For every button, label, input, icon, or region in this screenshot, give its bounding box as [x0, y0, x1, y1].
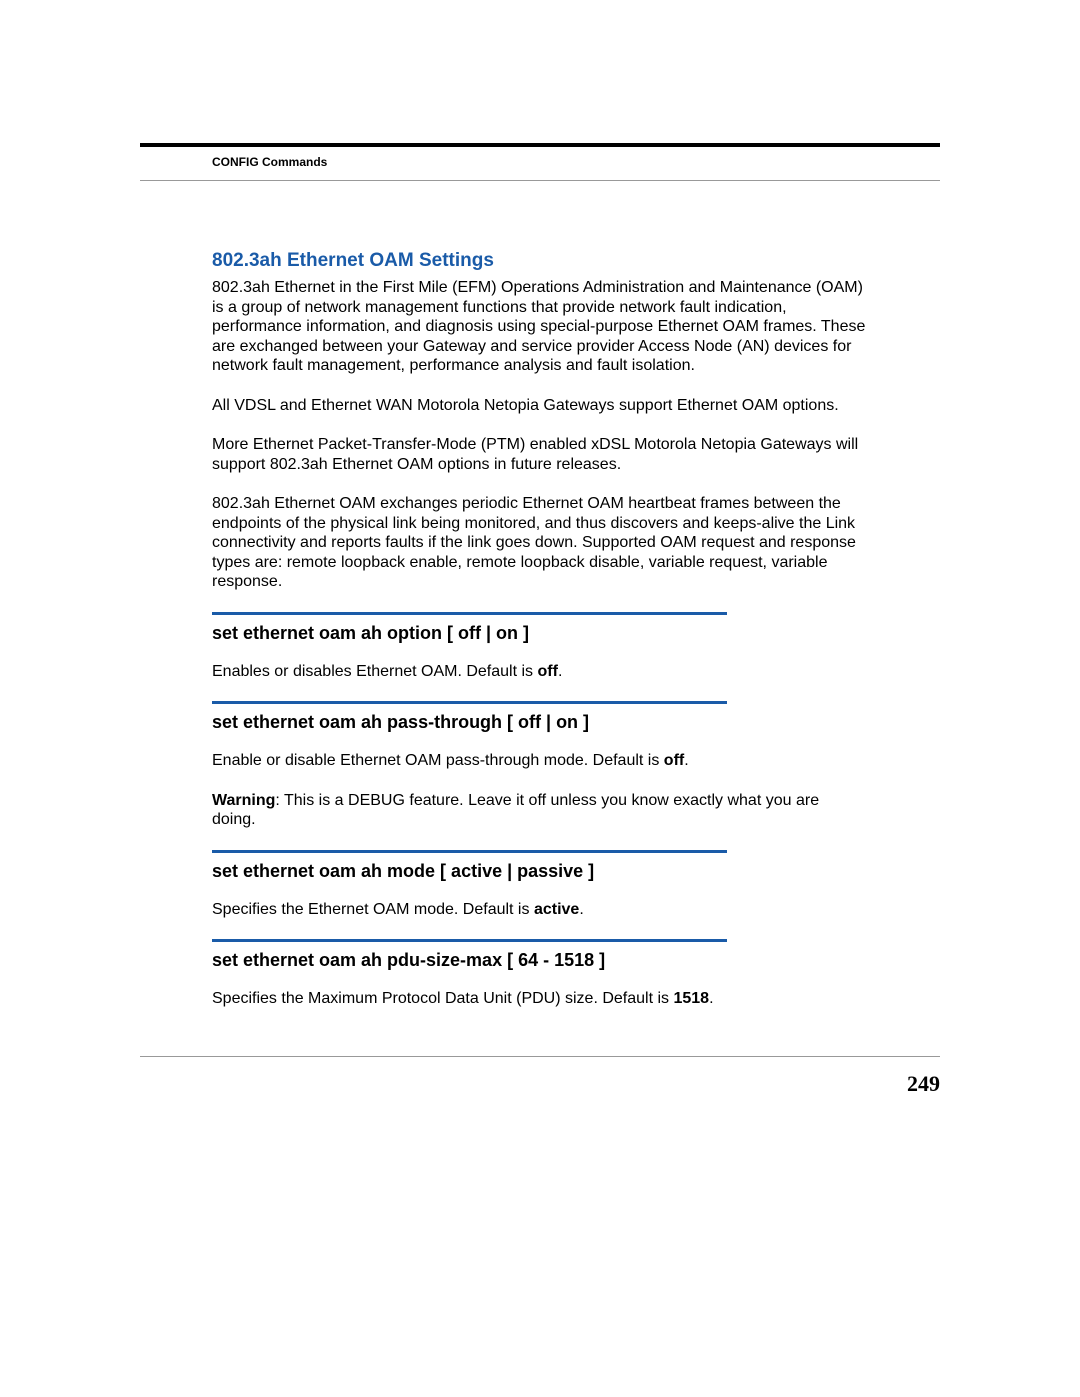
warning-label: Warning [212, 792, 275, 809]
divider-rule [212, 612, 727, 615]
top-rule [140, 143, 940, 147]
cmd-passthrough-desc-suffix: . [684, 752, 688, 769]
cmd-option-heading: set ethernet oam ah option [ off | on ] [212, 623, 867, 644]
cmd-passthrough-desc-prefix: Enable or disable Ethernet OAM pass-thro… [212, 752, 664, 769]
cmd-passthrough-desc: Enable or disable Ethernet OAM pass-thro… [212, 751, 867, 771]
page: CONFIG Commands 802.3ah Ethernet OAM Set… [0, 0, 1080, 1397]
header-thin-rule [140, 180, 940, 181]
footer-rule [140, 1056, 940, 1057]
cmd-option-desc: Enables or disables Ethernet OAM. Defaul… [212, 662, 867, 682]
header-section-label: CONFIG Commands [212, 155, 327, 169]
cmd-pdu-heading: set ethernet oam ah pdu-size-max [ 64 - … [212, 950, 867, 971]
cmd-passthrough-warning: Warning: This is a DEBUG feature. Leave … [212, 791, 867, 830]
exchange-paragraph: 802.3ah Ethernet OAM exchanges periodic … [212, 494, 867, 592]
cmd-pdu-desc-prefix: Specifies the Maximum Protocol Data Unit… [212, 990, 673, 1007]
divider-rule [212, 850, 727, 853]
cmd-mode-heading: set ethernet oam ah mode [ active | pass… [212, 861, 867, 882]
cmd-mode-desc-prefix: Specifies the Ethernet OAM mode. Default… [212, 901, 534, 918]
future-paragraph: More Ethernet Packet-Transfer-Mode (PTM)… [212, 435, 867, 474]
warning-text: : This is a DEBUG feature. Leave it off … [212, 792, 819, 829]
divider-rule [212, 939, 727, 942]
page-number: 249 [907, 1071, 940, 1097]
cmd-option-desc-prefix: Enables or disables Ethernet OAM. Defaul… [212, 663, 538, 680]
cmd-passthrough-heading: set ethernet oam ah pass-through [ off |… [212, 712, 867, 733]
cmd-pdu-default: 1518 [673, 990, 709, 1007]
cmd-passthrough-default: off [664, 752, 684, 769]
cmd-option-desc-suffix: . [558, 663, 562, 680]
cmd-option-default: off [538, 663, 558, 680]
cmd-mode-desc: Specifies the Ethernet OAM mode. Default… [212, 900, 867, 920]
cmd-pdu-desc: Specifies the Maximum Protocol Data Unit… [212, 989, 867, 1009]
content-area: 802.3ah Ethernet OAM Settings 802.3ah Et… [212, 250, 867, 1029]
intro-paragraph: 802.3ah Ethernet in the First Mile (EFM)… [212, 278, 867, 376]
support-paragraph: All VDSL and Ethernet WAN Motorola Netop… [212, 396, 867, 416]
cmd-mode-default: active [534, 901, 579, 918]
cmd-pdu-desc-suffix: . [709, 990, 713, 1007]
section-title: 802.3ah Ethernet OAM Settings [212, 250, 867, 272]
divider-rule [212, 701, 727, 704]
cmd-mode-desc-suffix: . [579, 901, 583, 918]
